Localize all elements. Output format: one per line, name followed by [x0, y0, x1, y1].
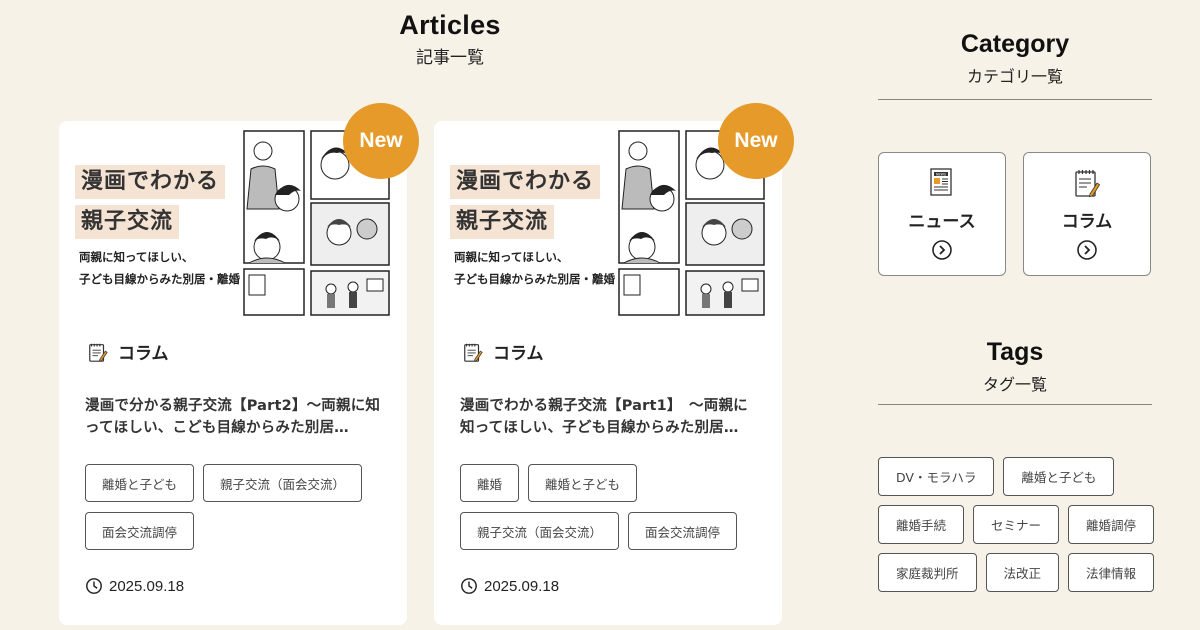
article-tags: 離婚 離婚と子ども 親子交流（面会交流） 面会交流調停 [460, 464, 770, 550]
sidebar-tag[interactable]: 離婚と子ども [1003, 457, 1115, 496]
tag-list: DV・モラハラ 離婚と子ども 離婚手続 セミナー 離婚調停 家庭裁判所 法改正 … [878, 457, 1168, 592]
thumbnail-title-line-1: 漫画でわかる [75, 165, 226, 199]
sidebar-tag[interactable]: 家庭裁判所 [878, 553, 977, 592]
sidebar-tag[interactable]: セミナー [973, 505, 1060, 544]
sidebar-tag[interactable]: 法律情報 [1068, 553, 1155, 592]
sidebar-tag[interactable]: DV・モラハラ [878, 457, 995, 496]
article-category[interactable]: コラム [87, 339, 169, 364]
tags-title: Tags [986, 338, 1044, 366]
clock-icon [461, 578, 477, 594]
thumbnail-subtitle-line-2: 子ども目線からみた別居・離婚 [454, 272, 615, 286]
tag-link[interactable]: 面会交流調停 [85, 512, 195, 550]
thumbnail-subtitle-line-2: 子ども目線からみた別居・離婚 [79, 272, 240, 286]
articles-subtitle: 記事一覧 [416, 48, 484, 68]
article-category-label: コラム [118, 344, 169, 364]
category-news-button[interactable]: NEWS ニュース [878, 152, 1006, 276]
thumbnail-title-line-1: 漫画でわかる [450, 165, 601, 199]
clock-icon [86, 578, 102, 594]
article-thumbnail[interactable]: 漫画でわかる 親子交流 両親に知ってほしい、 子ども目線からみた別居・離婚 [450, 129, 766, 317]
tag-link[interactable]: 面会交流調停 [628, 512, 738, 550]
sidebar-tag[interactable]: 法改正 [985, 553, 1060, 592]
article-date: 2025.09.18 [85, 577, 184, 595]
articles-title: Articles [399, 10, 501, 40]
article-category-label: コラム [493, 344, 544, 364]
new-badge: New [718, 103, 794, 179]
thumbnail-subtitle-line-1: 両親に知ってほしい、 [79, 250, 194, 264]
svg-text:NEWS: NEWS [936, 172, 946, 176]
tag-link[interactable]: 親子交流（面会交流） [203, 464, 363, 502]
category-subtitle: カテゴリ一覧 [966, 67, 1063, 86]
sidebar-tag[interactable]: 離婚調停 [1068, 505, 1155, 544]
article-date-text: 2025.09.18 [484, 577, 560, 595]
tag-link[interactable]: 離婚と子ども [85, 464, 195, 502]
article-category[interactable]: コラム [462, 339, 544, 364]
sidebar-tag[interactable]: 離婚手続 [878, 505, 965, 544]
articles-heading: Articles 記事一覧 [0, 10, 900, 68]
article-title[interactable]: 漫画でわかる親子交流【Part1】 ～両親に知ってほしい、子ども目線からみた別居… [460, 395, 756, 439]
new-badge: New [343, 103, 419, 179]
notepad-icon [1075, 170, 1101, 198]
article-card[interactable]: 漫画でわかる 親子交流 両親に知ってほしい、 子ども目線からみた別居・離婚 Ne… [434, 103, 794, 625]
category-news-label: ニュース [908, 212, 976, 232]
category-column-label: コラム [1061, 212, 1113, 232]
circle-arrow-right-icon [932, 240, 952, 260]
article-tags: 離婚と子ども 親子交流（面会交流） 面会交流調停 [85, 464, 395, 550]
thumbnail-subtitle-line-1: 両親に知ってほしい、 [454, 250, 569, 264]
thumbnail-title-line-2: 親子交流 [450, 205, 555, 239]
tag-link[interactable]: 離婚と子ども [528, 464, 638, 502]
newspaper-icon: NEWS [930, 168, 952, 196]
category-column-button[interactable]: コラム [1023, 152, 1151, 276]
tags-divider [878, 404, 1152, 405]
circle-arrow-right-icon [1077, 240, 1097, 260]
article-date: 2025.09.18 [460, 577, 559, 595]
category-heading: Category カテゴリ一覧 [878, 30, 1152, 87]
notepad-icon [89, 343, 108, 362]
thumbnail-title-line-2: 親子交流 [75, 205, 180, 239]
category-divider [878, 99, 1152, 100]
tag-link[interactable]: 離婚 [460, 464, 520, 502]
article-card[interactable]: 漫画でわかる 親子交流 両親に知ってほしい、 子ども目線からみた別居・離婚 Ne… [59, 103, 419, 625]
notepad-icon [464, 343, 483, 362]
article-thumbnail[interactable]: 漫画でわかる 親子交流 両親に知ってほしい、 子ども目線からみた別居・離婚 [75, 129, 391, 317]
article-title[interactable]: 漫画で分かる親子交流【Part2】～両親に知ってほしい、こども目線からみた別居… [85, 395, 381, 439]
tags-heading: Tags タグ一覧 [878, 338, 1152, 395]
tag-link[interactable]: 親子交流（面会交流） [460, 512, 620, 550]
tags-subtitle: タグ一覧 [982, 375, 1047, 394]
article-date-text: 2025.09.18 [109, 577, 185, 595]
category-title: Category [960, 30, 1070, 58]
